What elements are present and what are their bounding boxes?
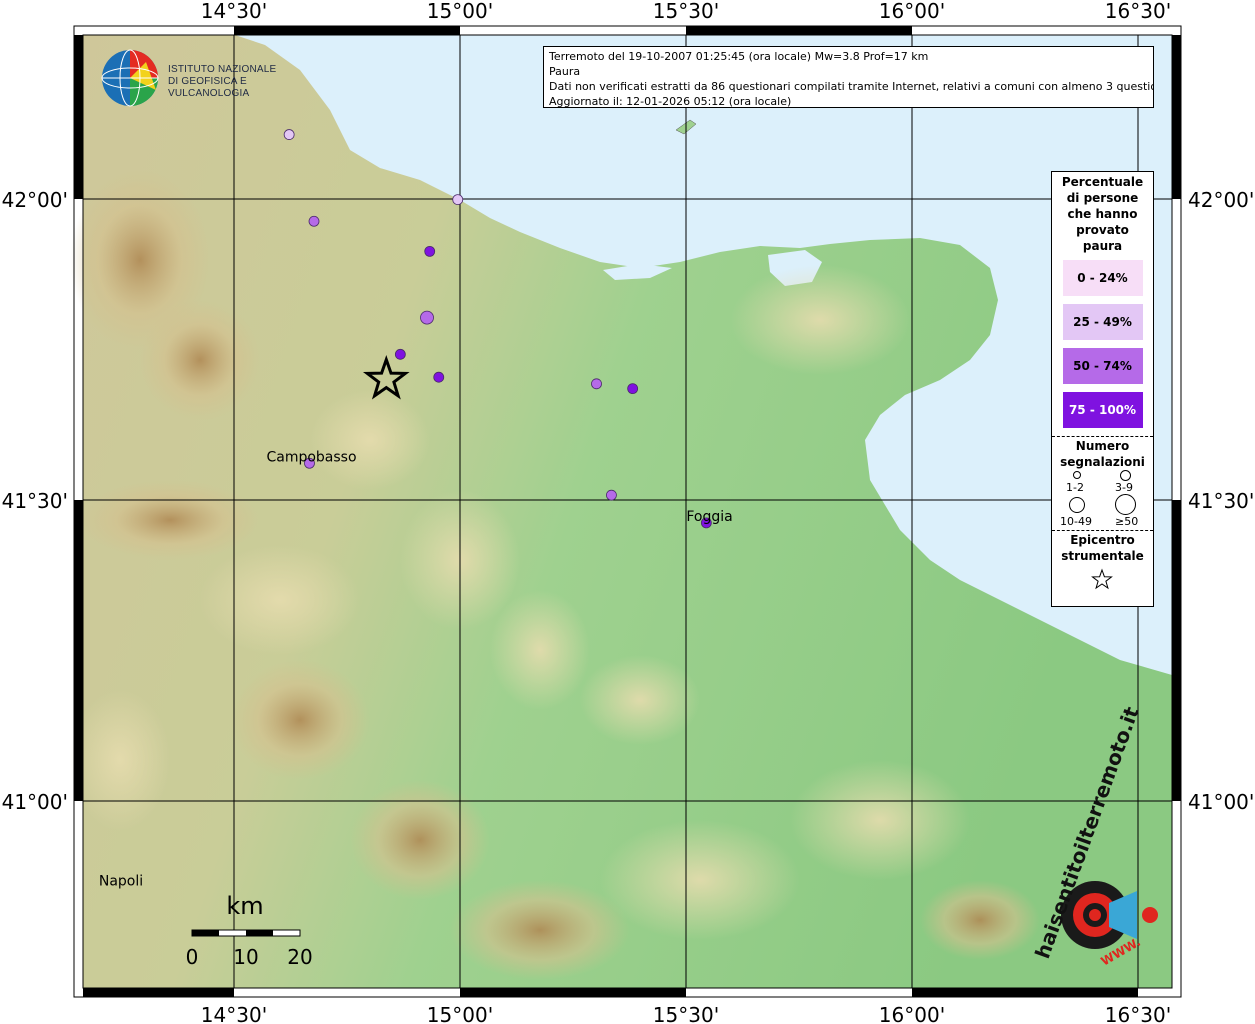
scale-tick: 0 <box>186 945 199 969</box>
lon-label: 16°30' <box>1105 1003 1171 1024</box>
lon-labels-bottom: 14°30' 15°00' 15°30' 16°00' 16°30' <box>201 1003 1171 1024</box>
legend-numero-title: Numero segnalazioni <box>1052 438 1153 470</box>
scale-bar: km 0 10 20 <box>186 892 313 969</box>
legend-class-0-24: 0 - 24% <box>1062 260 1143 296</box>
lon-label: 14°30' <box>201 1003 267 1024</box>
lon-label: 16°00' <box>879 0 945 23</box>
legend-class-75-100: 75 - 100% <box>1062 392 1143 428</box>
legend-title-line: provato <box>1076 223 1129 237</box>
legend-class-50-74: 50 - 74% <box>1062 348 1143 384</box>
event-info-box: Terremoto del 19-10-2007 01:25:45 (ora l… <box>543 46 1154 108</box>
event-param: Paura <box>549 65 581 78</box>
lon-label: 14°30' <box>201 0 267 23</box>
logo-line2: DI GEOFISICA E VULCANOLOGIA <box>168 76 250 99</box>
lat-label: 42°00' <box>1188 188 1254 212</box>
observation-point[interactable] <box>424 245 436 257</box>
city-label-campobasso: Campobasso <box>266 449 356 465</box>
legend-divider <box>1052 530 1153 531</box>
globe-icon <box>101 49 159 107</box>
scale-tick: 20 <box>287 945 312 969</box>
observation-point[interactable] <box>591 378 602 390</box>
event-title: Terremoto del 19-10-2007 01:25:45 (ora l… <box>549 50 929 63</box>
scale-unit: km <box>226 892 263 920</box>
legend-numero-line: Numero <box>1075 439 1130 453</box>
size-symbol-1-2 <box>1073 471 1081 479</box>
size-symbol-10-49 <box>1069 497 1085 513</box>
observation-point[interactable] <box>627 383 639 395</box>
legend-sizes: 1-2 3-9 10-49 ≥50 <box>1052 470 1153 530</box>
observation-point[interactable] <box>452 194 464 206</box>
lon-label: 15°30' <box>653 1003 719 1024</box>
lat-label: 41°30' <box>2 489 68 513</box>
ingv-logo: ISTITUTO NAZIONALE DI GEOFISICA E VULCAN… <box>100 48 330 110</box>
legend: Percentuale di persone che hanno provato… <box>1051 171 1154 607</box>
legend-class-25-49: 25 - 49% <box>1062 304 1143 340</box>
lat-label: 41°00' <box>2 790 68 814</box>
observation-point[interactable] <box>433 371 445 383</box>
logo-line1: ISTITUTO NAZIONALE <box>168 64 277 75</box>
legend-title-line: di persone <box>1066 191 1139 205</box>
legend-epi-line: strumentale <box>1061 549 1144 563</box>
legend-title-line: Percentuale <box>1061 175 1144 189</box>
lon-label: 15°00' <box>427 0 493 23</box>
observation-point[interactable] <box>606 489 617 501</box>
lon-label: 15°30' <box>653 0 719 23</box>
legend-title: Percentuale di persone che hanno provato… <box>1052 174 1153 254</box>
lat-labels-left: 42°00' 41°30' 41°00' <box>2 188 68 814</box>
legend-title-line: che hanno <box>1067 207 1138 221</box>
city-label-foggia: Foggia <box>686 509 732 525</box>
lat-label: 41°00' <box>1188 790 1254 814</box>
scale-tick: 10 <box>233 945 258 969</box>
size-label: 3-9 <box>1115 481 1133 494</box>
observation-point[interactable] <box>283 129 295 140</box>
lon-labels-top: 14°30' 15°00' 15°30' 16°00' 16°30' <box>201 0 1171 23</box>
legend-divider <box>1052 436 1153 437</box>
lon-label: 15°00' <box>427 1003 493 1024</box>
observation-point[interactable] <box>420 310 434 325</box>
size-label: ≥50 <box>1115 515 1139 528</box>
legend-epi-line: Epicentro <box>1070 533 1135 547</box>
size-symbol-3-9 <box>1120 470 1131 481</box>
star-icon <box>1091 568 1113 590</box>
lon-label: 16°00' <box>879 1003 945 1024</box>
event-note: Dati non verificati estratti da 86 quest… <box>549 80 1154 93</box>
observation-point[interactable] <box>308 215 320 227</box>
legend-title-line: paura <box>1082 239 1123 253</box>
observation-point[interactable] <box>394 348 406 360</box>
lat-labels-right: 42°00' 41°30' 41°00' <box>1188 188 1254 814</box>
size-label: 1-2 <box>1066 481 1084 494</box>
event-updated: Aggiornato il: 12-01-2026 05:12 (ora loc… <box>549 95 792 108</box>
city-label-napoli: Napoli <box>99 873 143 889</box>
lat-label: 42°00' <box>2 188 68 212</box>
legend-epi-title: Epicentro strumentale <box>1052 532 1153 564</box>
size-label: 10-49 <box>1060 515 1092 528</box>
size-symbol-50 <box>1115 494 1136 515</box>
legend-numero-line: segnalazioni <box>1060 455 1145 469</box>
lon-label: 16°30' <box>1105 0 1171 23</box>
lat-label: 41°30' <box>1188 489 1254 513</box>
